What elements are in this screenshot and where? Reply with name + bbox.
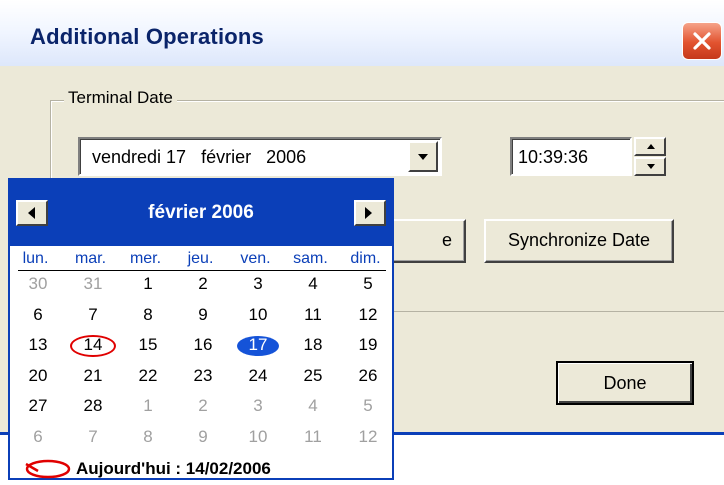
weekday-divider: [18, 270, 386, 271]
calendar-day[interactable]: 5: [348, 274, 388, 296]
dropdown-arrow-icon: [418, 154, 428, 160]
calendar-day[interactable]: 9: [183, 427, 223, 449]
next-month-icon: [365, 207, 372, 219]
weekday-label: mer.: [129, 250, 162, 267]
calendar-day[interactable]: 4: [293, 274, 333, 296]
calendar-day[interactable]: 6: [18, 305, 58, 327]
calendar-day[interactable]: 2: [183, 274, 223, 296]
calendar-day[interactable]: 10: [238, 305, 278, 327]
weekday-label: dim.: [350, 250, 381, 267]
calendar-day[interactable]: 7: [73, 305, 113, 327]
calendar-day[interactable]: 3: [238, 396, 278, 418]
spin-down-button[interactable]: [634, 157, 666, 176]
calendar-day[interactable]: 26: [348, 366, 388, 388]
close-icon: [693, 32, 711, 50]
calendar-day[interactable]: 19: [348, 335, 388, 357]
calendar-day-selected[interactable]: 17: [238, 335, 278, 357]
calendar-day[interactable]: 11: [293, 305, 333, 327]
date-picker-value: vendredi 17 février 2006: [92, 147, 307, 167]
calendar-day[interactable]: 1: [128, 274, 168, 296]
calendar-day[interactable]: 10: [238, 427, 278, 449]
spin-up-icon: [647, 144, 655, 149]
weekday-label: ven.: [240, 250, 271, 267]
calendar-day[interactable]: 24: [238, 366, 278, 388]
time-picker[interactable]: 10:39:36: [510, 137, 632, 176]
calendar-day[interactable]: 2: [183, 396, 223, 418]
calendar-month-title[interactable]: février 2006: [10, 202, 392, 224]
done-button[interactable]: Done: [556, 361, 694, 405]
weekday-label: sam.: [293, 250, 328, 267]
calendar-day[interactable]: 5: [348, 396, 388, 418]
calendar-header: février 2006: [10, 180, 392, 246]
calendar-day[interactable]: 22: [128, 366, 168, 388]
calendar-day[interactable]: 12: [348, 305, 388, 327]
calendar-day[interactable]: 16: [183, 335, 223, 357]
calendar-day[interactable]: 4: [293, 396, 333, 418]
date-picker[interactable]: vendredi 17 février 2006: [78, 137, 442, 176]
today-link[interactable]: Aujourd'hui : 14/02/2006: [10, 458, 392, 480]
calendar-day[interactable]: 28: [73, 396, 113, 418]
weekday-label: mar.: [74, 250, 107, 267]
calendar-day[interactable]: 31: [73, 274, 113, 296]
time-spinner[interactable]: [634, 137, 666, 176]
calendar-day[interactable]: 12: [348, 427, 388, 449]
spin-down-icon: [647, 164, 655, 169]
spin-up-button[interactable]: [634, 137, 666, 156]
month-calendar-popup[interactable]: février 2006 lun. mar. mer. jeu. ven. sam. dim…: [8, 178, 394, 480]
calendar-day[interactable]: 18: [293, 335, 333, 357]
calendar-day[interactable]: 9: [183, 305, 223, 327]
calendar-day[interactable]: 25: [293, 366, 333, 388]
calendar-day[interactable]: 30: [18, 274, 58, 296]
close-button[interactable]: [682, 22, 722, 60]
calendar-day[interactable]: 21: [73, 366, 113, 388]
calendar-day[interactable]: 3: [238, 274, 278, 296]
synchronize-date-button[interactable]: Synchronize Date: [484, 219, 674, 263]
window-title: Additional Operations: [30, 24, 264, 49]
calendar-day[interactable]: 13: [18, 335, 58, 357]
date-dropdown-button[interactable]: [408, 141, 438, 172]
calendar-day[interactable]: 1: [128, 396, 168, 418]
title-bar[interactable]: Additional Operations: [0, 0, 724, 66]
group-label: Terminal Date: [64, 88, 177, 108]
calendar-day[interactable]: 6: [18, 427, 58, 449]
next-month-button[interactable]: [354, 200, 386, 226]
calendar-day[interactable]: 7: [73, 427, 113, 449]
weekday-header-row: lun. mar. mer. jeu. ven. sam. dim.: [10, 248, 392, 270]
today-label: Aujourd'hui : 14/02/2006: [76, 459, 271, 478]
weekday-label: lun.: [22, 250, 49, 267]
calendar-day[interactable]: 20: [18, 366, 58, 388]
weekday-label: jeu.: [187, 250, 214, 267]
calendar-day[interactable]: 23: [183, 366, 223, 388]
calendar-day-today[interactable]: 14: [73, 335, 113, 357]
calendar-day[interactable]: 8: [128, 427, 168, 449]
calendar-day[interactable]: 11: [293, 427, 333, 449]
calendar-day[interactable]: 8: [128, 305, 168, 327]
today-circle-icon: [25, 459, 71, 479]
calendar-day[interactable]: 27: [18, 396, 58, 418]
time-picker-value: 10:39:36: [518, 147, 589, 167]
calendar-day[interactable]: 15: [128, 335, 168, 357]
